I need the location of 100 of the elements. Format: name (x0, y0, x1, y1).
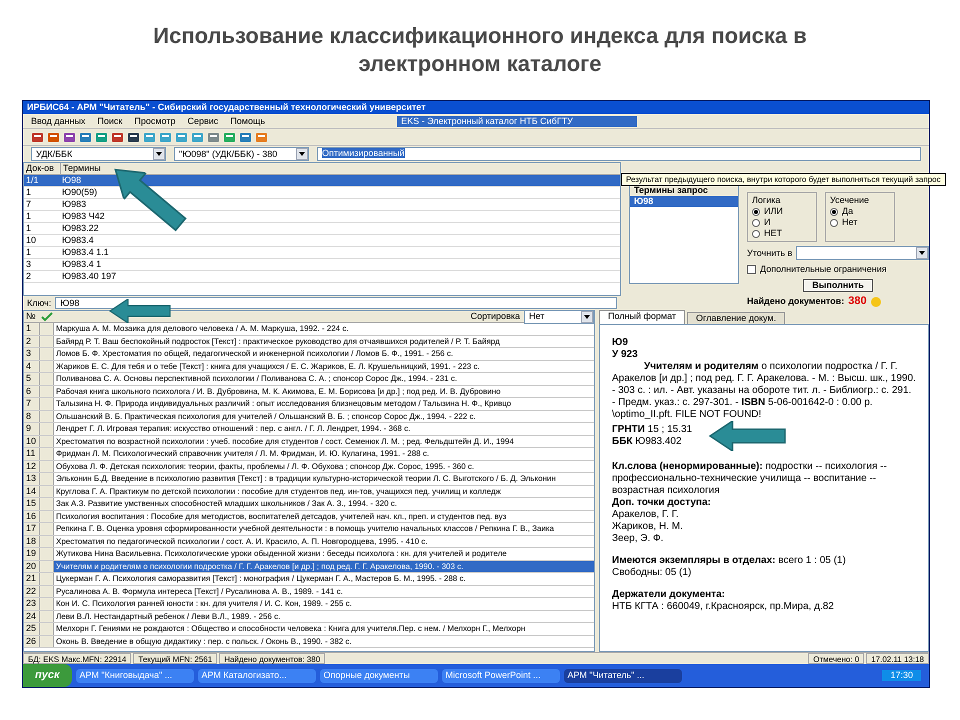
result-row[interactable]: Мелхорн Г. Гениями не рождаются : Общество и способности человека : Книга для учителя.Пер. с нем. / Мелхорн Г., Мелхорн (54, 623, 594, 634)
result-row[interactable]: Ольшанский В. Б. Практическая психология для учителей / Ольшанский В. Б. ; спонсор Сорос Дж., 1994. - 222 с. (54, 410, 594, 422)
term-row[interactable]: 1/1 Ю98 (24, 175, 620, 187)
group-title: Логика (752, 195, 782, 206)
result-row[interactable]: Зак А.З. Развитие умственных способностей младших школьников / Зак А. З., 1994. - 320 с. (54, 498, 594, 510)
radio-option[interactable]: НЕТ (752, 228, 812, 239)
mark-cell[interactable] (40, 336, 54, 347)
column-header[interactable]: Док-ов (24, 163, 60, 174)
taskbar-button[interactable]: Microsoft PowerPoint ... (442, 668, 560, 682)
result-row[interactable]: Репкина Г. В. Оценка уровня сформированности учебной деятельности : в помощь учителю начальных классов / Репкина Г. В., Заика (54, 523, 594, 534)
mark-cell[interactable] (40, 386, 54, 397)
mark-cell[interactable] (40, 423, 54, 434)
key-field[interactable]: Ю98 (55, 297, 617, 309)
search-mode-field[interactable]: Оптимизированный (317, 147, 921, 161)
mark-cell[interactable] (40, 410, 54, 422)
mark-cell[interactable] (40, 598, 54, 610)
status-text: БД: EKS Макс.MFN: 22914 (23, 653, 132, 664)
result-row[interactable]: Психология воспитания : Пособие для методистов, воспитателей детсадов, учителей нач. кл., преп. и студентов пед. вуз (54, 510, 594, 522)
toolbar-icon[interactable] (111, 130, 124, 144)
mark-cell[interactable] (40, 610, 54, 622)
row-number: 22 (24, 586, 40, 597)
mark-cell[interactable] (40, 348, 54, 360)
mark-cell[interactable] (40, 536, 54, 547)
result-row[interactable]: Поливанова С. А. Основы перспективной психологии / Поливанова С. А. ; спонсор Сорос Дж., 1994. - 231 с. (54, 373, 594, 384)
dropdown[interactable]: Нет (524, 310, 594, 324)
menu-item[interactable]: Помощь (230, 116, 266, 126)
taskbar-button[interactable]: АРМ "Книговыдача" ... (76, 668, 194, 682)
database-field[interactable]: EKS - Электронный каталог НТБ СибГТУ (397, 116, 638, 126)
result-row[interactable]: Фридман Л. М. Психологический справочник учителя / Л. М. Фридман, И. Ю. Кулагина, 1991. - 288 с. (54, 448, 594, 460)
mark-cell[interactable] (40, 548, 54, 560)
radio-option[interactable]: И (752, 217, 812, 228)
mark-cell[interactable] (40, 460, 54, 472)
dropdown[interactable]: "Ю098" (УДК/ББК) - 380 (174, 147, 309, 161)
term-row[interactable]: 1 Ю983.4 1.1 (24, 247, 620, 259)
result-row[interactable]: Ломов Б. Ф. Хрестоматия по общей, педагогической и инженерной психологии / Ломов Б. Ф., 1991. - 256 с. (54, 348, 594, 360)
mark-cell[interactable] (40, 398, 54, 410)
result-row[interactable]: Леви В.Л. Нестандартный ребенок / Леви В.Л., 1989. - 256 с. (54, 610, 594, 622)
mark-cell[interactable] (40, 560, 54, 572)
restrict-label: Уточнить в (747, 248, 792, 258)
query-term[interactable]: Ю98 (630, 196, 738, 207)
radio-option[interactable]: Да (830, 206, 890, 217)
toolbar-icon[interactable] (127, 130, 140, 144)
result-row[interactable]: Хрестоматия по педагогической психологии / сост. А. И. Красило, А. П. Новгородцева, 1995. - 410 с. (54, 536, 594, 547)
dropdown[interactable]: УДК/ББК (31, 147, 166, 161)
column-header[interactable]: № (24, 311, 40, 322)
term-row[interactable]: 10 Ю983.4 (24, 235, 620, 247)
mark-cell[interactable] (40, 373, 54, 384)
start-button[interactable]: пуск (23, 664, 72, 687)
mark-cell[interactable] (40, 523, 54, 534)
result-row[interactable]: Учителям и родителям о психологии подростка / Г. Г. Аракелов [и др.] ; под ред. Г. Г. Аракелова, 1990. - 303 с. (54, 560, 594, 572)
document-text: Держатели документа: (612, 589, 726, 601)
taskbar-button[interactable]: Опорные документы (320, 668, 438, 682)
term-row[interactable]: 2 Ю983.40 197 (24, 271, 620, 283)
mark-cell[interactable] (40, 486, 54, 497)
toolbar-icon[interactable] (63, 130, 76, 144)
mark-cell[interactable] (40, 498, 54, 510)
row-number: 11 (24, 448, 40, 460)
run-button[interactable]: Выполнить (803, 279, 873, 292)
result-row[interactable]: Жариков Е. С. Для тебя и о тебе [Текст] : книга для учащихся / Е. С. Жариков, Е. Л. Крушельницкий, 1991. - 223 с. (54, 360, 594, 372)
radio-option[interactable]: ИЛИ (752, 206, 812, 217)
result-row[interactable]: Хрестоматия по возрастной психологии : учеб. пособие для студентов / сост. Семенюк Л. М. ; ред. Фельдштейн Д. И., 1994 (54, 436, 594, 447)
check-icon[interactable] (40, 312, 54, 322)
mark-cell[interactable] (40, 623, 54, 634)
result-row[interactable]: Жутикова Нина Васильевна. Психологические уроки обыденной жизни : беседы психолога : кн. для учителей и родителе (54, 548, 594, 560)
mark-cell[interactable] (40, 448, 54, 460)
mark-cell[interactable] (40, 473, 54, 484)
mark-cell[interactable] (40, 586, 54, 597)
toolbar-icon[interactable] (31, 130, 44, 144)
result-row[interactable]: Обухова Л. Ф. Детская психология: теории, факты, проблемы / Л. Ф. Обухова ; спонсор Дж. Сорос, 1995. - 360 с. (54, 460, 594, 472)
extra-checkbox[interactable]: Дополнительные ограничения (747, 264, 929, 275)
row-number: 26 (24, 636, 40, 647)
result-row[interactable]: Русалинова А. В. Формула интереса [Текст] / Русалинова А. В., 1989. - 141 с. (54, 586, 594, 597)
menu-item[interactable]: Ввод данных (31, 116, 86, 126)
mark-cell[interactable] (40, 436, 54, 447)
tab[interactable]: Полный формат (599, 310, 686, 324)
result-row[interactable]: Талызина Н. Ф. Природа индивидуальных различий : опыт исследования близнецовым методом / Талызина Н. Ф., Кривцо (54, 398, 594, 410)
result-row[interactable]: Оконь В. Введение в общую дидактику : пер. с польск. / Оконь В., 1990. - 382 с. (54, 636, 594, 647)
result-row[interactable]: Маркуша А. М. Мозаика для делового человека / А. М. Маркуша, 1992. - 224 с. (54, 323, 594, 334)
result-row[interactable]: Круглова Г. А. Практикум по детской психологии : пособие для студентов пед. ин-тов, учащихся пед. училищ и колледж (54, 486, 594, 497)
term-row[interactable]: 3 Ю983.4 1 (24, 259, 620, 271)
tab[interactable]: Оглавление докум. (687, 312, 786, 324)
taskbar-button[interactable]: АРМ Каталогизато... (198, 668, 316, 682)
radio-option[interactable]: Нет (830, 217, 890, 228)
result-row[interactable]: Цукерман Г. А. Психология саморазвития [Текст] : монография / Цукерман Г. А., Мастеров Б. М., 1995. - 288 с. (54, 573, 594, 584)
row-number: 6 (24, 386, 40, 397)
mark-cell[interactable] (40, 510, 54, 522)
mark-cell[interactable] (40, 636, 54, 647)
menu-item[interactable]: Просмотр (134, 116, 176, 126)
mark-cell[interactable] (40, 323, 54, 334)
result-row[interactable]: Кон И. С. Психология ранней юности : кн. для учителя / И. С. Кон, 1989. - 255 с. (54, 598, 594, 610)
result-row[interactable]: Эльконин Б.Д. Введение в психологию развития [Текст] : в традиции культурно-исторической теории Л. С. Выготского / Б. Д. Эльконин (54, 473, 594, 484)
taskbar-button[interactable]: АРМ "Читатель" ... (564, 668, 682, 682)
menu-item[interactable]: Поиск (97, 116, 122, 126)
mark-cell[interactable] (40, 360, 54, 372)
result-row[interactable]: Рабочая книга школьного психолога / И. В. Дубровина, М. К. Акимова, Е. М. Борисова [и др.] ; под ред. И. В. Дубровино (54, 386, 594, 397)
result-row[interactable]: Лендрет Г. Л. Игровая терапия: искусство отношений : пер. с англ. / Г. Л. Лендрет, 1994. - 368 с. (54, 423, 594, 434)
result-row[interactable]: Байярд Р. Т. Ваш беспокойный подросток [Текст] : практическое руководство для отчаявшихся родителей / Р. Т. Байярд (54, 336, 594, 347)
mark-cell[interactable] (40, 573, 54, 584)
menu-item[interactable]: Сервис (187, 116, 218, 126)
dropdown[interactable] (796, 246, 929, 260)
